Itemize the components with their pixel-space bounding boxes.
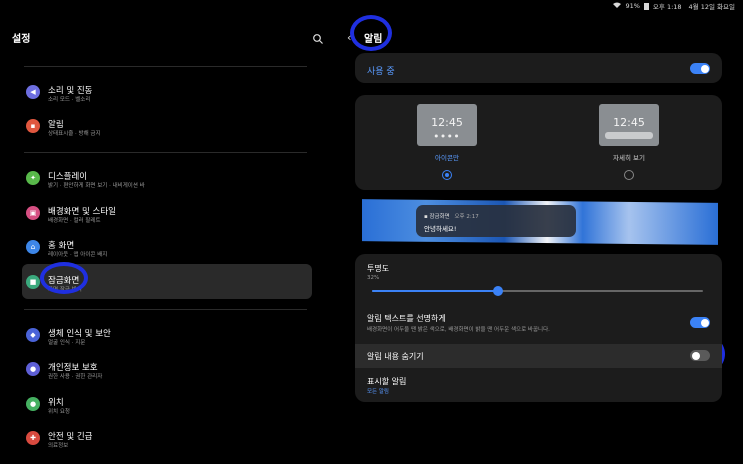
item-subtitle: 소리 모드 · 벨소리 (48, 97, 91, 103)
settings-title: 설정 (12, 34, 31, 45)
clear-text-subtitle: 배경화면이 어두울 땐 밝은 색으로, 배경화면이 밝을 땐 어두운 색으로 바… (367, 327, 550, 333)
lock-icon: ■ (26, 275, 40, 289)
preview-clock: 12:45 (431, 116, 463, 129)
item-subtitle: 권한 사용 · 권한 관리자 (48, 374, 103, 380)
notification-header: ▪ 잠금화면 오후 2:17 (424, 212, 479, 220)
details-radio[interactable] (624, 170, 634, 180)
preview-clock: 12:45 (613, 116, 645, 129)
in-use-toggle[interactable] (690, 63, 710, 74)
back-icon[interactable]: ‹ (347, 31, 351, 44)
icons-only-radio[interactable] (442, 170, 452, 180)
item-subtitle: 배경화면 · 컬러 팔레트 (48, 218, 101, 224)
home-icon: ⌂ (26, 240, 40, 254)
settings-item-wallpaper[interactable]: ▣ 배경화면 및 스타일 배경화면 · 컬러 팔레트 (22, 195, 312, 230)
icons-only-preview[interactable]: 12:45 ● ● ● ● (417, 104, 477, 146)
page-title: 알림 (364, 34, 383, 45)
privacy-icon: ● (26, 362, 40, 376)
divider (24, 152, 307, 153)
emergency-icon: ✚ (26, 431, 40, 445)
notifications-to-show-value: 모든 알림 (367, 389, 389, 395)
notification-app: 잠금화면 (429, 214, 450, 220)
transparency-label: 투명도 (367, 264, 390, 273)
item-subtitle: 의료정보 (48, 443, 69, 449)
notifications-to-show-row[interactable]: 표시할 알림 모든 알림 (355, 372, 722, 400)
slider-thumb[interactable] (492, 286, 503, 296)
settings-item-display[interactable]: ✦ 디스플레이 밝기 · 편안하게 화면 보기 · 내비게이션 바 (22, 160, 312, 195)
preview-notification: ▪ 잠금화면 오후 2:17 안녕하세요! (416, 205, 576, 237)
in-use-card[interactable]: 사용 중 (355, 53, 722, 83)
divider (24, 66, 307, 67)
location-icon: ● (26, 397, 40, 411)
details-label: 자세히 보기 (613, 154, 645, 162)
hide-content-row[interactable]: 알림 내용 숨기기 (355, 344, 722, 368)
hide-content-title: 알림 내용 숨기기 (367, 352, 424, 361)
settings-item-sound[interactable]: ◀ 소리 및 진동 소리 모드 · 벨소리 (22, 74, 312, 109)
settings-item-privacy[interactable]: ● 개인정보 보호 권한 사용 · 권한 관리자 (22, 351, 312, 386)
notification-time: 오후 2:17 (454, 214, 479, 220)
item-subtitle: 밝기 · 편안하게 화면 보기 · 내비게이션 바 (48, 183, 145, 189)
item-subtitle: 레이아웃 · 앱 아이콘 배지 (48, 252, 108, 258)
notification-text: 안녕하세요! (424, 225, 457, 233)
in-use-label: 사용 중 (367, 67, 395, 77)
lock-notification-settings-card: 투명도 32% 알림 텍스트를 선명하게 배경화면이 어두울 땐 밝은 색으로,… (355, 254, 722, 402)
transparency-value: 32% (367, 275, 380, 281)
settings-item-biometrics[interactable]: ◆ 생체 인식 및 보안 얼굴 인식 · 지문 (22, 317, 312, 352)
settings-item-home-screen[interactable]: ⌂ 홈 화면 레이아웃 · 앱 아이콘 배지 (22, 229, 312, 264)
transparency-slider[interactable] (372, 286, 703, 296)
notifications-to-show-title: 표시할 알림 (367, 377, 407, 386)
shield-icon: ◆ (26, 328, 40, 342)
settings-sidebar: 설정 ◀ 소리 및 진동 소리 모드 · 벨소리 ▪ 알림 상태표시줄 · 방해… (0, 0, 330, 464)
details-preview[interactable]: 12:45 (599, 104, 659, 146)
style-options-card: 12:45 ● ● ● ● 아이콘만 12:45 자세히 보기 (355, 95, 722, 190)
item-subtitle: 얼굴 인식 · 지문 (48, 340, 86, 346)
annotation-circle (40, 262, 88, 294)
bell-icon: ▪ (26, 119, 40, 133)
notification-bar (605, 132, 653, 139)
settings-item-location[interactable]: ● 위치 위치 요청 (22, 386, 312, 421)
speaker-icon: ◀ (26, 85, 40, 99)
dots-icon: ● ● ● ● (434, 133, 460, 138)
hide-content-toggle[interactable] (690, 350, 710, 361)
app-icon: ▪ (424, 214, 428, 220)
divider (24, 309, 307, 310)
image-icon: ▣ (26, 206, 40, 220)
clear-text-title: 알림 텍스트를 선명하게 (367, 314, 446, 323)
item-subtitle: 상태표시줄 · 방해 금지 (48, 131, 101, 137)
sun-icon: ✦ (26, 171, 40, 185)
settings-item-notifications[interactable]: ▪ 알림 상태표시줄 · 방해 금지 (22, 108, 312, 143)
icons-only-label: 아이콘만 (435, 154, 459, 162)
slider-fill (372, 290, 498, 292)
settings-item-safety[interactable]: ✚ 안전 및 긴급 의료정보 (22, 420, 312, 455)
clear-text-toggle[interactable] (690, 317, 710, 328)
item-subtitle: 위치 요청 (48, 409, 70, 415)
search-icon[interactable] (312, 30, 324, 44)
